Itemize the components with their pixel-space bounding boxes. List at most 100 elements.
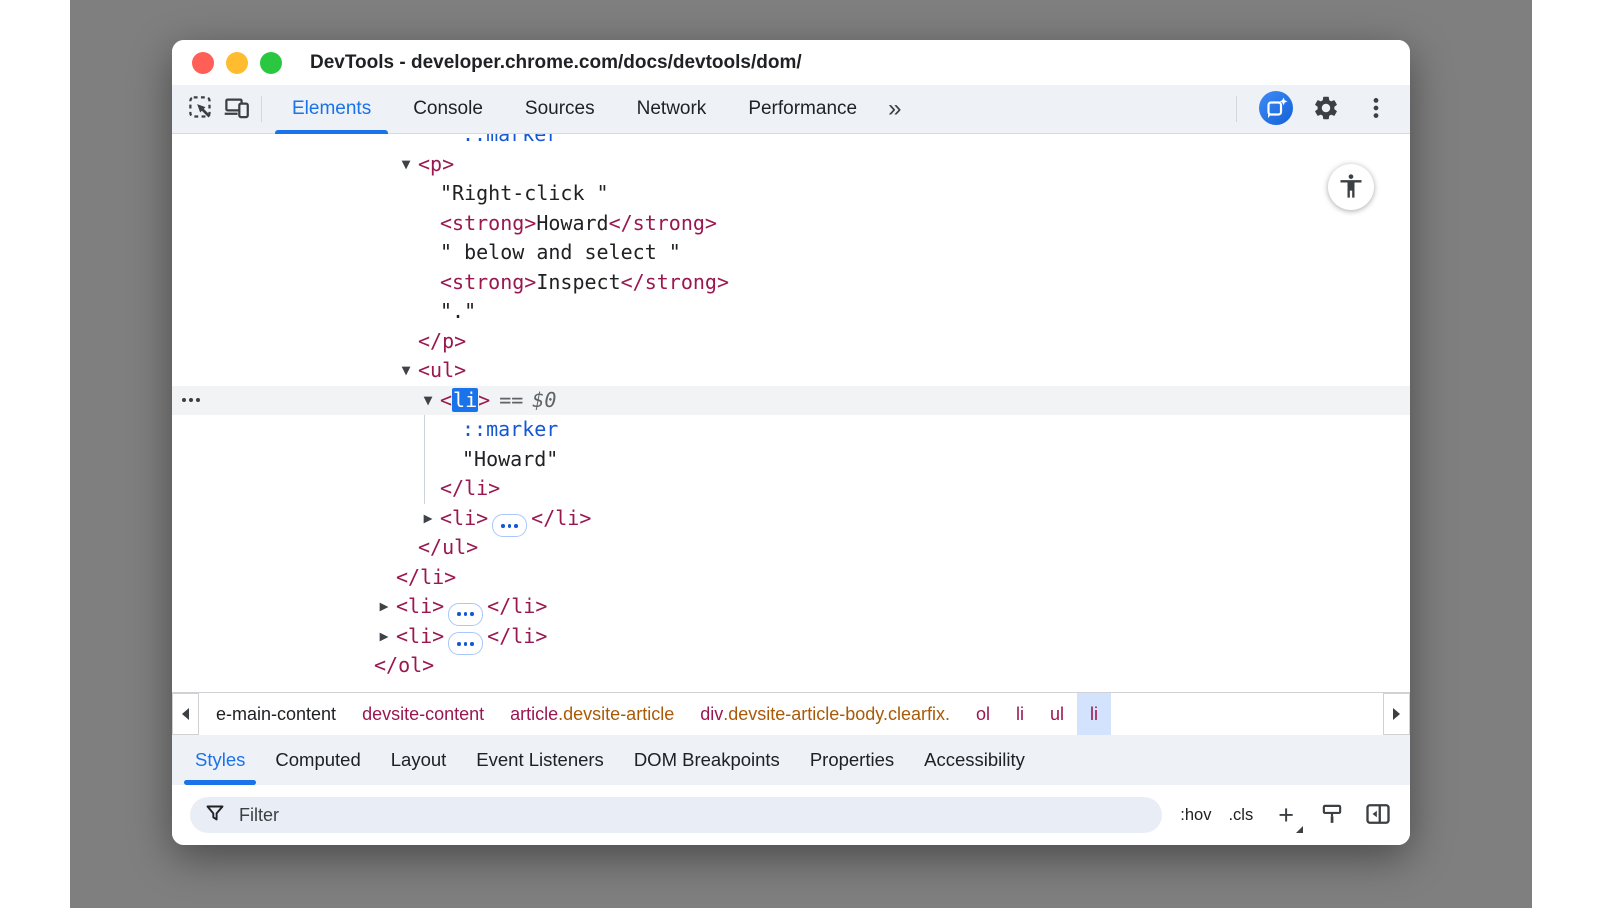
dom-node-text: "Howard" bbox=[462, 447, 558, 471]
dom-tree-line[interactable]: ▶<li> </li> bbox=[172, 622, 1410, 652]
zoom-button[interactable] bbox=[260, 52, 282, 74]
tab-properties[interactable]: Properties bbox=[795, 735, 909, 785]
dom-tree-line[interactable]: ▶<li></li> bbox=[172, 592, 1410, 622]
tab-label: Layout bbox=[391, 749, 447, 771]
device-toolbar-button[interactable] bbox=[218, 91, 254, 127]
tab-label: Properties bbox=[810, 749, 894, 771]
toolbar-right-group bbox=[1229, 91, 1400, 127]
dom-tree-line[interactable]: ::marker bbox=[172, 415, 1410, 445]
tab-styles[interactable]: Styles bbox=[180, 735, 260, 785]
breadcrumb-item-li[interactable]: li bbox=[1077, 693, 1111, 735]
tab-sources[interactable]: Sources bbox=[504, 85, 616, 133]
new-style-rule-button[interactable]: + bbox=[1272, 801, 1300, 830]
tab-accessibility[interactable]: Accessibility bbox=[909, 735, 1040, 785]
child-guideline bbox=[424, 445, 425, 475]
dom-node-tag: <strong> bbox=[440, 211, 536, 235]
breadcrumb-item-ol[interactable]: ol bbox=[963, 693, 1003, 735]
dom-tree-line[interactable]: <strong>Inspect</strong> bbox=[172, 268, 1410, 298]
tab-event-listeners[interactable]: Event Listeners bbox=[461, 735, 619, 785]
dom-tree-line[interactable]: ::marker bbox=[172, 134, 1410, 150]
dom-tree-line[interactable]: ▶<li></li> bbox=[172, 504, 1410, 534]
inspect-element-button[interactable] bbox=[182, 91, 218, 127]
dom-tree-line[interactable]: ▼<li>==$0 bbox=[172, 386, 1410, 416]
crumb-elem: devsite-content bbox=[362, 704, 484, 725]
dom-tree-line[interactable]: ▼<p> bbox=[172, 150, 1410, 180]
expand-arrow-icon[interactable]: ▶ bbox=[419, 504, 437, 534]
dom-tree-line[interactable]: </li> bbox=[172, 563, 1410, 593]
ai-assistant-button[interactable] bbox=[1258, 91, 1294, 127]
dom-node-pseudo: ::marker bbox=[462, 417, 558, 441]
dom-node-tag: </li> bbox=[487, 624, 547, 648]
breadcrumb-item-devsite-content[interactable]: devsite-content bbox=[349, 693, 497, 735]
tab-label: Styles bbox=[195, 749, 245, 771]
dom-tree-line[interactable]: " below and select " bbox=[172, 238, 1410, 268]
close-button[interactable] bbox=[192, 52, 214, 74]
tab-layout[interactable]: Layout bbox=[376, 735, 462, 785]
more-actions-icon[interactable] bbox=[182, 398, 200, 402]
toggle-hov[interactable]: :hov bbox=[1180, 806, 1211, 825]
dom-node-tag: </ul> bbox=[418, 535, 478, 559]
tab-computed[interactable]: Computed bbox=[260, 735, 375, 785]
dom-node-eq: == bbox=[499, 388, 523, 412]
filter-field[interactable] bbox=[190, 797, 1162, 833]
crumb-elem: li bbox=[1090, 704, 1098, 725]
dom-tree-line[interactable]: ▼<ul> bbox=[172, 356, 1410, 386]
expand-arrow-icon[interactable]: ▶ bbox=[375, 592, 393, 622]
window-title: DevTools - developer.chrome.com/docs/dev… bbox=[310, 52, 802, 74]
expand-arrow-icon[interactable]: ▶ bbox=[375, 622, 393, 652]
tab-label: Console bbox=[413, 98, 483, 120]
accessibility-overlay-button[interactable] bbox=[1328, 164, 1374, 210]
inspect-element-icon bbox=[187, 94, 214, 124]
breadcrumb-item-article-devsite-article[interactable]: article.devsite-article bbox=[497, 693, 687, 735]
breadcrumb-item-li[interactable]: li bbox=[1003, 693, 1037, 735]
styles-filter-input[interactable] bbox=[237, 804, 1148, 827]
more-tabs-button[interactable]: » bbox=[878, 95, 909, 123]
breadcrumb-scroll-left-button[interactable] bbox=[172, 693, 199, 735]
dom-tree-line[interactable]: </ol> bbox=[172, 651, 1410, 681]
dom-node-text: " below and select " bbox=[440, 240, 681, 264]
dom-tree: ::marker▼<p>"Right-click "<strong>Howard… bbox=[172, 134, 1410, 681]
tab-elements[interactable]: Elements bbox=[271, 85, 392, 133]
dom-node-sel: li bbox=[452, 388, 478, 412]
ai-assistant-icon bbox=[1258, 90, 1294, 129]
dom-tree-line[interactable]: </ul> bbox=[172, 533, 1410, 563]
dock-sidebar-button[interactable] bbox=[1364, 800, 1392, 831]
breadcrumb-scroll-right-button[interactable] bbox=[1383, 693, 1410, 735]
accessibility-person-icon bbox=[1337, 172, 1365, 203]
settings-gear-icon bbox=[1312, 94, 1340, 125]
paint-roller-icon bbox=[1319, 801, 1345, 830]
dom-tree-line[interactable]: "Howard" bbox=[172, 445, 1410, 475]
tab-label: Performance bbox=[748, 98, 857, 120]
dom-tree-line[interactable]: "." bbox=[172, 297, 1410, 327]
collapse-arrow-icon[interactable]: ▼ bbox=[397, 150, 415, 180]
minimize-button[interactable] bbox=[226, 52, 248, 74]
tab-dom-breakpoints[interactable]: DOM Breakpoints bbox=[619, 735, 795, 785]
breadcrumb-item-e-main-content[interactable]: e-main-content bbox=[203, 693, 349, 735]
dom-node-tag: </p> bbox=[418, 329, 466, 353]
dom-node-tag: <li> bbox=[396, 624, 444, 648]
dom-tree-line[interactable]: </li> bbox=[172, 474, 1410, 504]
paint-roller-button[interactable] bbox=[1319, 801, 1345, 830]
tab-network[interactable]: Network bbox=[616, 85, 728, 133]
dom-tree-line[interactable]: </p> bbox=[172, 327, 1410, 357]
toggle-cls[interactable]: .cls bbox=[1228, 806, 1253, 825]
device-toolbar-icon bbox=[223, 94, 250, 124]
tab-console[interactable]: Console bbox=[392, 85, 504, 133]
dom-node-text: "Right-click " bbox=[440, 181, 609, 205]
dom-node-tag: </li> bbox=[440, 476, 500, 500]
breadcrumb-item-div-devsite-article-body-clearfix[interactable]: div.devsite-article-body.clearfix. bbox=[687, 693, 963, 735]
breadcrumb-item-ul[interactable]: ul bbox=[1037, 693, 1077, 735]
child-guideline bbox=[424, 474, 425, 504]
collapse-arrow-icon[interactable]: ▼ bbox=[397, 356, 415, 386]
tab-label: Computed bbox=[275, 749, 360, 771]
tab-performance[interactable]: Performance bbox=[727, 85, 878, 133]
more-options-button[interactable] bbox=[1358, 91, 1394, 127]
crumb-cls: .devsite-article bbox=[558, 704, 674, 725]
tab-label: Network bbox=[637, 98, 707, 120]
tab-label: Event Listeners bbox=[476, 749, 604, 771]
dom-tree-line[interactable]: <strong>Howard</strong> bbox=[172, 209, 1410, 239]
settings-button[interactable] bbox=[1308, 91, 1344, 127]
dom-node-text: "." bbox=[440, 299, 476, 323]
dom-tree-line[interactable]: "Right-click " bbox=[172, 179, 1410, 209]
collapse-arrow-icon[interactable]: ▼ bbox=[419, 386, 437, 416]
